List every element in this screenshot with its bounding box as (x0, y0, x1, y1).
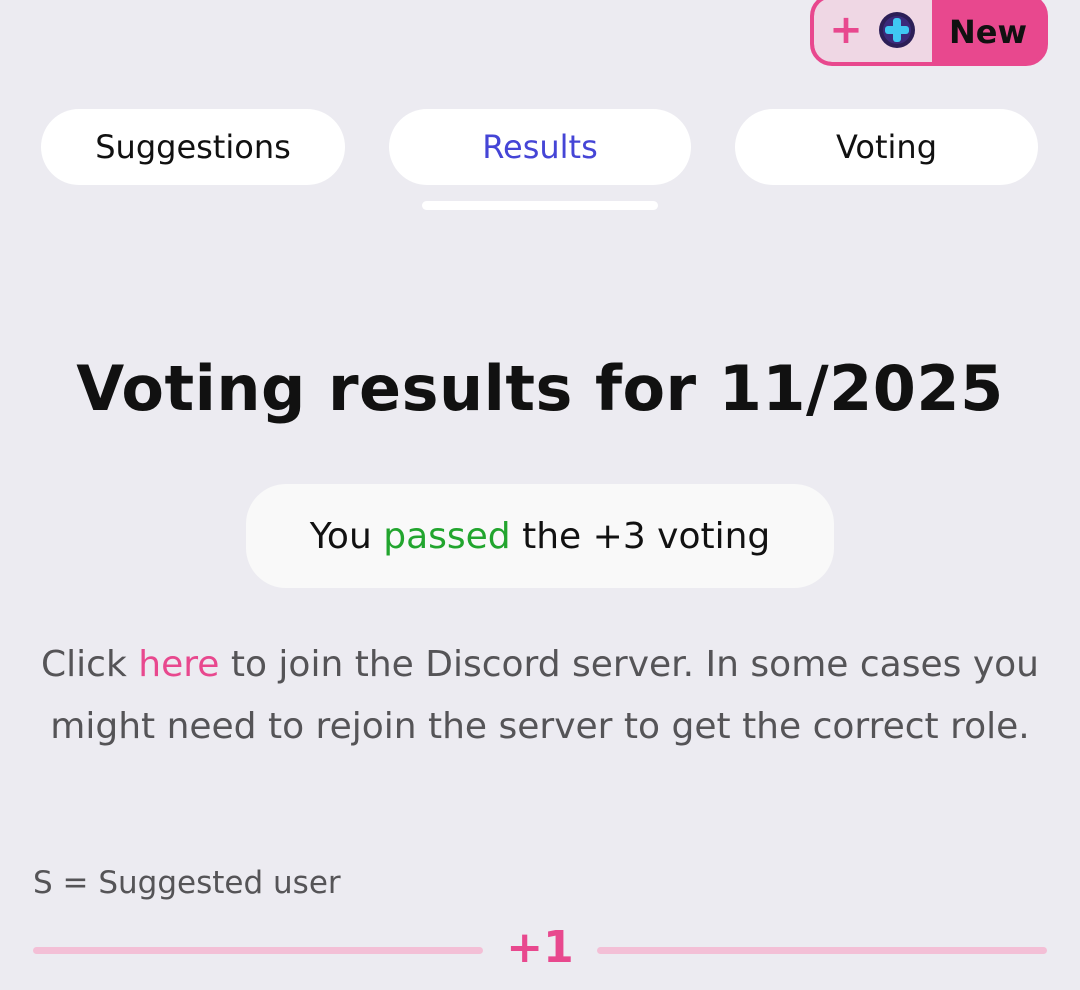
plus-icon: + (829, 7, 863, 53)
plus-circle-icon (877, 10, 917, 54)
new-button[interactable]: + New (810, 0, 1048, 66)
discord-link[interactable]: here (138, 644, 219, 685)
result-prefix: You (309, 515, 372, 557)
result-badge: You passed the +3 voting (246, 484, 834, 588)
page: + New Suggestions Results Voting Voting … (0, 0, 1080, 990)
discord-info: Click here to join the Discord server. I… (30, 634, 1050, 758)
info-before-link: Click (41, 644, 127, 685)
result-status: passed (383, 515, 511, 557)
legend-text: S = Suggested user (33, 865, 341, 901)
result-suffix: the +3 voting (522, 515, 771, 557)
active-tab-indicator (422, 201, 658, 210)
section-label: +1 (506, 922, 574, 973)
section-divider-left (33, 947, 483, 954)
tab-voting[interactable]: Voting (735, 109, 1038, 185)
page-title: Voting results for 11/2025 (76, 352, 1004, 425)
tab-results[interactable]: Results (389, 109, 691, 185)
tab-suggestions[interactable]: Suggestions (41, 109, 345, 185)
new-button-label: New (948, 13, 1028, 51)
section-divider-right (597, 947, 1047, 954)
new-button-icons: + (814, 0, 932, 62)
